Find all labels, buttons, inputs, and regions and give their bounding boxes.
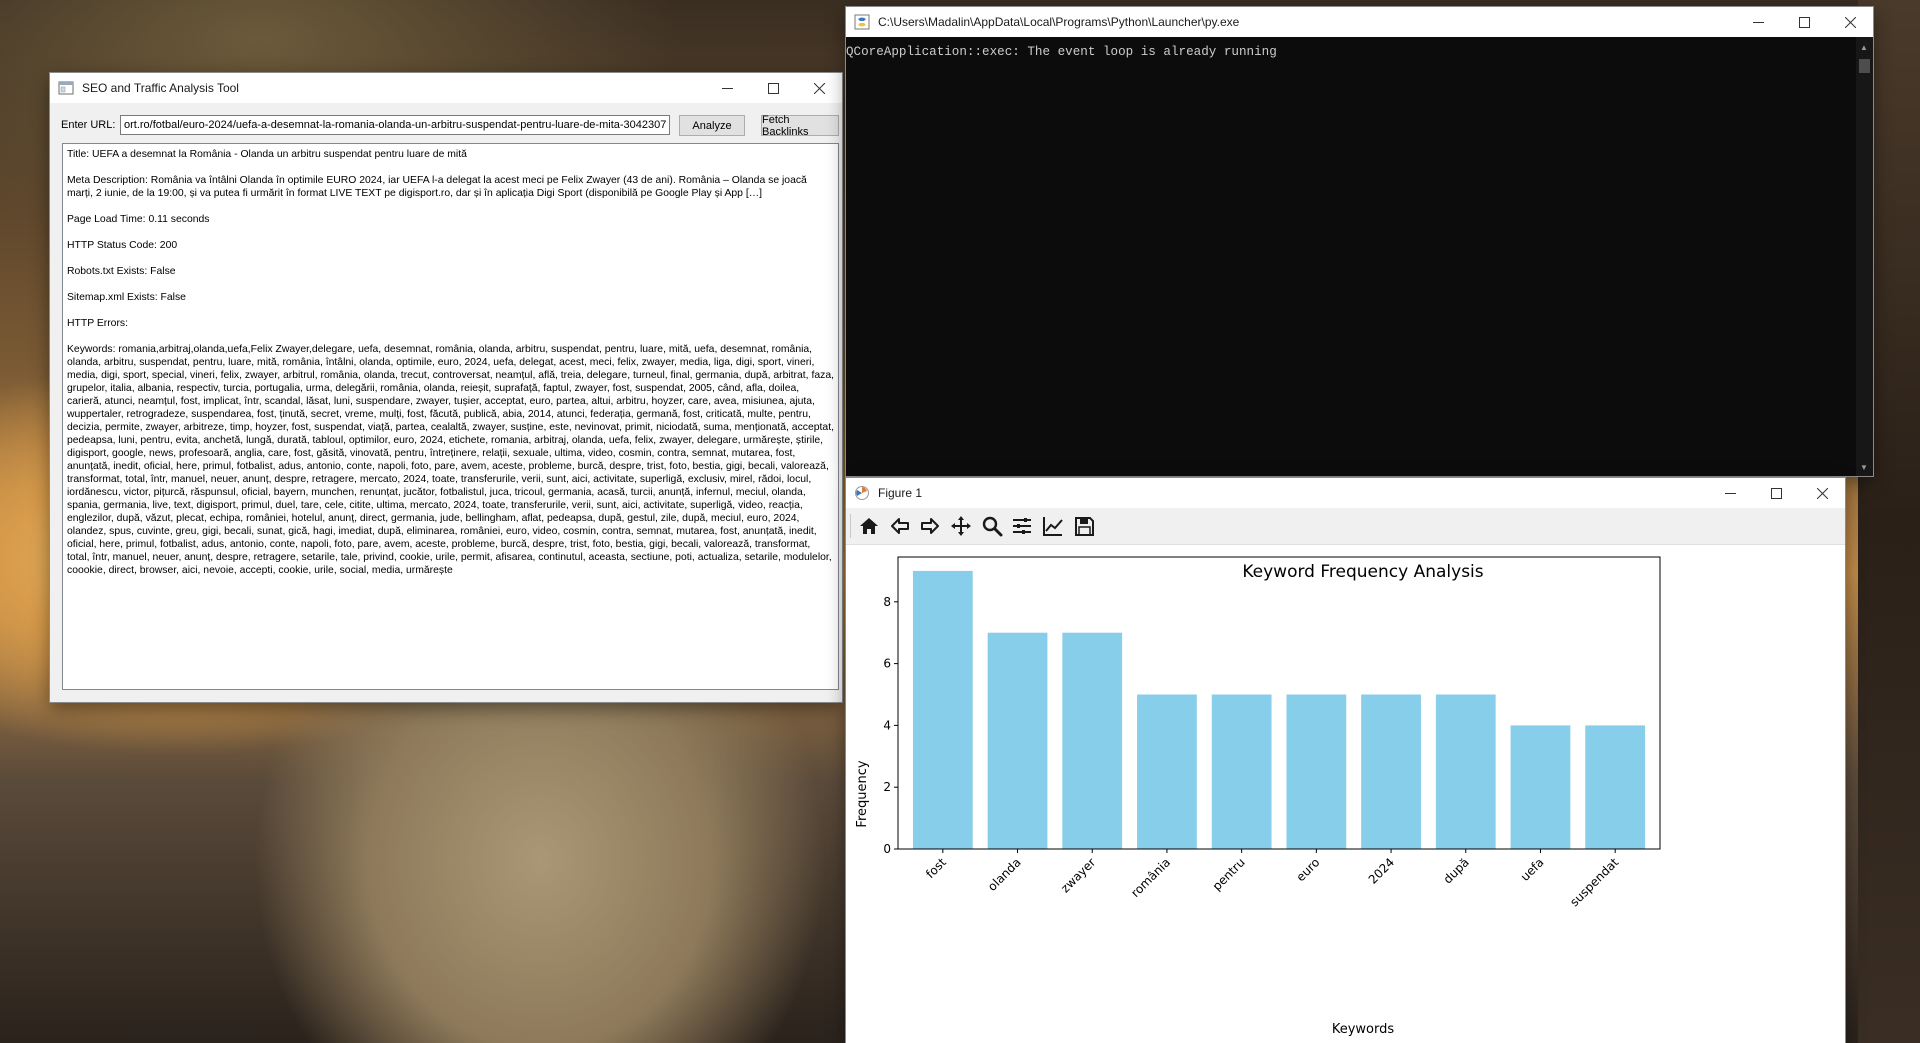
bar-pentru: [1211, 694, 1272, 849]
minimize-button[interactable]: [1707, 478, 1753, 508]
result-keywords: Keywords: romania,arbitraj,olanda,uefa,F…: [67, 344, 834, 576]
bar-olanda: [987, 632, 1048, 849]
result-robots: Robots.txt Exists: False: [67, 266, 176, 277]
fetch-backlinks-button[interactable]: Fetch Backlinks: [761, 114, 839, 138]
y-tick-label: 2: [883, 780, 891, 794]
x-tick-label: 2024: [1366, 855, 1397, 886]
scroll-down-arrow-icon[interactable]: ▼: [1860, 463, 1868, 472]
x-tick-label: fost: [923, 855, 949, 881]
result-meta-description: Meta Description: România va întâlni Ola…: [67, 175, 807, 199]
result-title: Title: UEFA a desemnat la România - Olan…: [67, 149, 467, 160]
result-sitemap: Sitemap.xml Exists: False: [67, 292, 186, 303]
maximize-button[interactable]: [750, 73, 796, 103]
bar-euro: [1286, 694, 1347, 849]
url-row: Enter URL: ort.ro/fotbal/euro-2024/uefa-…: [50, 113, 842, 139]
scrollbar-thumb[interactable]: [1859, 59, 1870, 73]
console-window: C:\Users\Madalin\AppData\Local\Programs\…: [846, 7, 1873, 476]
home-icon[interactable]: [856, 513, 882, 539]
matplotlib-icon: [855, 486, 869, 500]
qt-window-icon: [58, 81, 74, 95]
x-tick-label: pentru: [1210, 855, 1248, 893]
result-status-code: HTTP Status Code: 200: [67, 240, 178, 251]
python-launcher-icon: [854, 14, 870, 30]
bar-românia: [1137, 694, 1197, 849]
bar-fost: [912, 570, 973, 849]
result-load-time: Page Load Time: 0.11 seconds: [67, 214, 210, 225]
seo-titlebar[interactable]: SEO and Traffic Analysis Tool: [50, 73, 842, 103]
seo-tool-window: SEO and Traffic Analysis Tool Enter URL:…: [50, 73, 842, 702]
maximize-button[interactable]: [1781, 7, 1827, 37]
edit-axis-icon[interactable]: [1040, 513, 1066, 539]
minimize-button[interactable]: [1735, 7, 1781, 37]
close-button[interactable]: [1799, 478, 1845, 508]
console-scrollbar[interactable]: ▲ ▼: [1856, 37, 1873, 476]
figure-title: Figure 1: [878, 486, 923, 500]
x-tick-label: zwayer: [1058, 855, 1098, 895]
close-button[interactable]: [1827, 7, 1873, 37]
y-tick-label: 0: [883, 842, 891, 856]
back-arrow-icon[interactable]: [887, 513, 913, 539]
result-http-errors: HTTP Errors:: [67, 318, 128, 329]
pan-icon[interactable]: [948, 513, 974, 539]
zoom-icon[interactable]: [979, 513, 1005, 539]
bar-uefa: [1510, 725, 1571, 849]
x-tick-label: euro: [1293, 855, 1322, 884]
console-titlebar[interactable]: C:\Users\Madalin\AppData\Local\Programs\…: [846, 7, 1873, 37]
bar-zwayer: [1062, 632, 1123, 849]
figure-titlebar[interactable]: Figure 1: [846, 478, 1845, 508]
keyword-frequency-chart: Keyword Frequency Analysis 0 2 4 6 8 fost ola…: [855, 556, 1661, 1037]
minimize-button[interactable]: [704, 73, 750, 103]
x-tick-label: suspendat: [1567, 855, 1621, 909]
x-tick-label: după: [1441, 855, 1472, 886]
x-tick-label: uefa: [1518, 855, 1547, 884]
close-button[interactable]: [796, 73, 842, 103]
subplots-icon[interactable]: [1009, 513, 1035, 539]
save-icon[interactable]: [1071, 513, 1097, 539]
toolbar-separator: [850, 514, 851, 538]
url-input[interactable]: ort.ro/fotbal/euro-2024/uefa-a-desemnat-…: [120, 115, 670, 135]
x-tick-label: olanda: [985, 855, 1024, 894]
x-axis-label: Keywords: [1332, 1022, 1395, 1037]
console-output[interactable]: QCoreApplication::exec: The event loop i…: [846, 37, 1856, 476]
maximize-button[interactable]: [1753, 478, 1799, 508]
y-tick-label: 6: [883, 657, 891, 671]
analyze-button[interactable]: Analyze: [679, 115, 745, 136]
bar-după: [1435, 694, 1496, 849]
bar-2024: [1361, 694, 1421, 849]
bar-suspendat: [1585, 725, 1646, 849]
figure-toolbar: [846, 508, 1845, 545]
url-label: Enter URL:: [61, 119, 116, 131]
figure-window: Figure 1 Keyword Frequency Analysis 0 2 …: [846, 478, 1845, 1043]
x-tick-label: românia: [1128, 855, 1173, 900]
y-tick-label: 8: [883, 595, 891, 609]
forward-arrow-icon[interactable]: [917, 513, 943, 539]
scroll-up-arrow-icon[interactable]: ▲: [1860, 43, 1868, 52]
y-tick-label: 4: [883, 718, 891, 732]
console-title: C:\Users\Madalin\AppData\Local\Programs\…: [878, 15, 1240, 29]
y-axis-label: Frequency: [855, 760, 870, 827]
results-text-area[interactable]: Title: UEFA a desemnat la România - Olan…: [62, 143, 839, 690]
chart-title: Keyword Frequency Analysis: [1242, 562, 1483, 582]
window-title: SEO and Traffic Analysis Tool: [82, 81, 239, 95]
